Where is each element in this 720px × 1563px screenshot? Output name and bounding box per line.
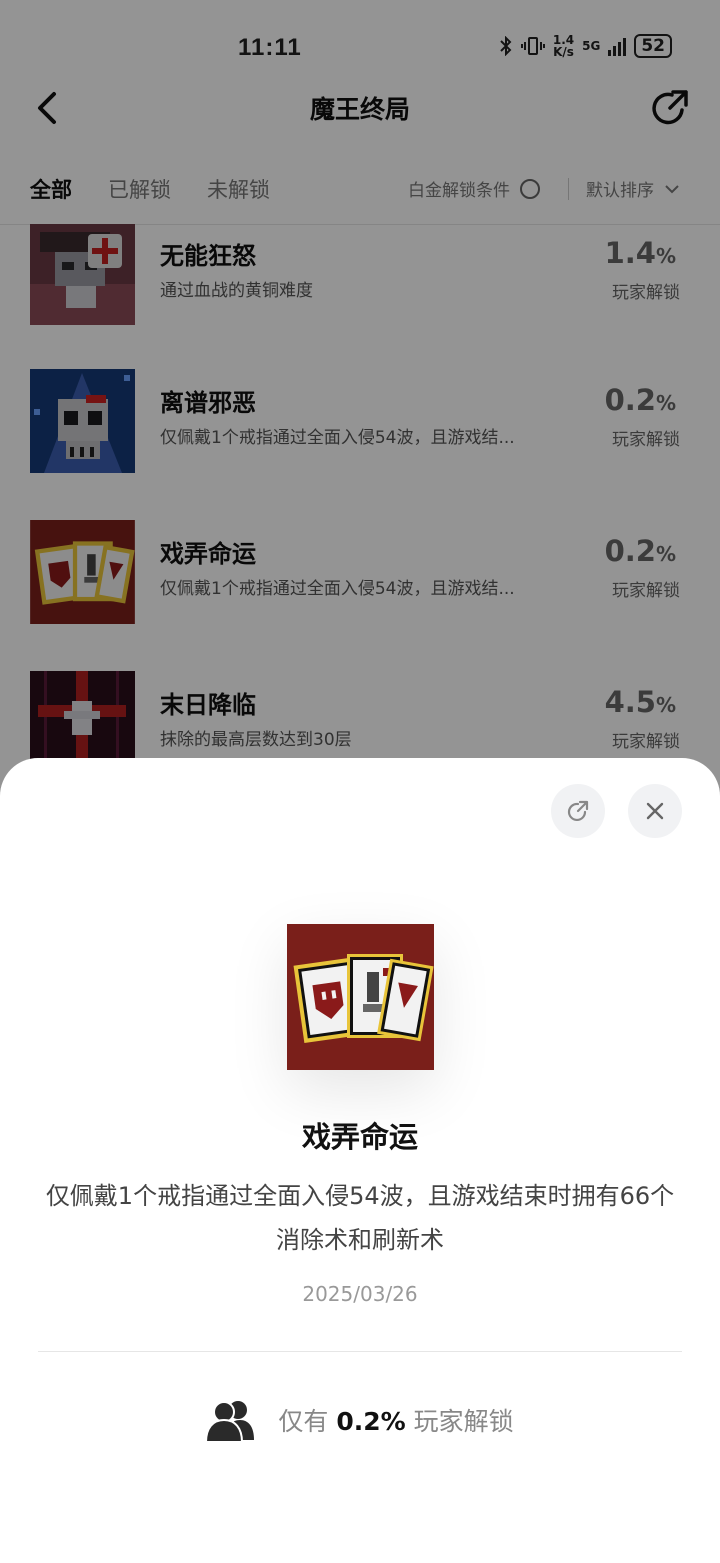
unlock-stat-value: 0.2% [336, 1407, 406, 1436]
users-icon [206, 1401, 255, 1442]
cards-icon [287, 924, 434, 1070]
close-button[interactable] [628, 784, 682, 838]
achievement-description: 仅佩戴1个戒指通过全面入侵54波，且游戏结束时拥有66个消除术和刷新术 [45, 1182, 675, 1254]
achievement-large-icon [287, 924, 434, 1070]
unlock-stat-text: 仅有 0.2% 玩家解锁 [278, 1407, 514, 1436]
divider [38, 1351, 682, 1352]
achievement-detail-sheet: 戏弄命运 仅佩戴1个戒指通过全面入侵54波，且游戏结束时拥有66个消除术和刷新术… [0, 758, 720, 1563]
share-button[interactable] [551, 784, 605, 838]
achievement-title: 戏弄命运 [301, 1120, 418, 1154]
share-icon [567, 800, 589, 821]
unlock-date: 2025/03/26 [302, 1282, 418, 1306]
close-icon [646, 802, 664, 820]
unlock-stat: 仅有 0.2% 玩家解锁 [0, 1398, 720, 1442]
